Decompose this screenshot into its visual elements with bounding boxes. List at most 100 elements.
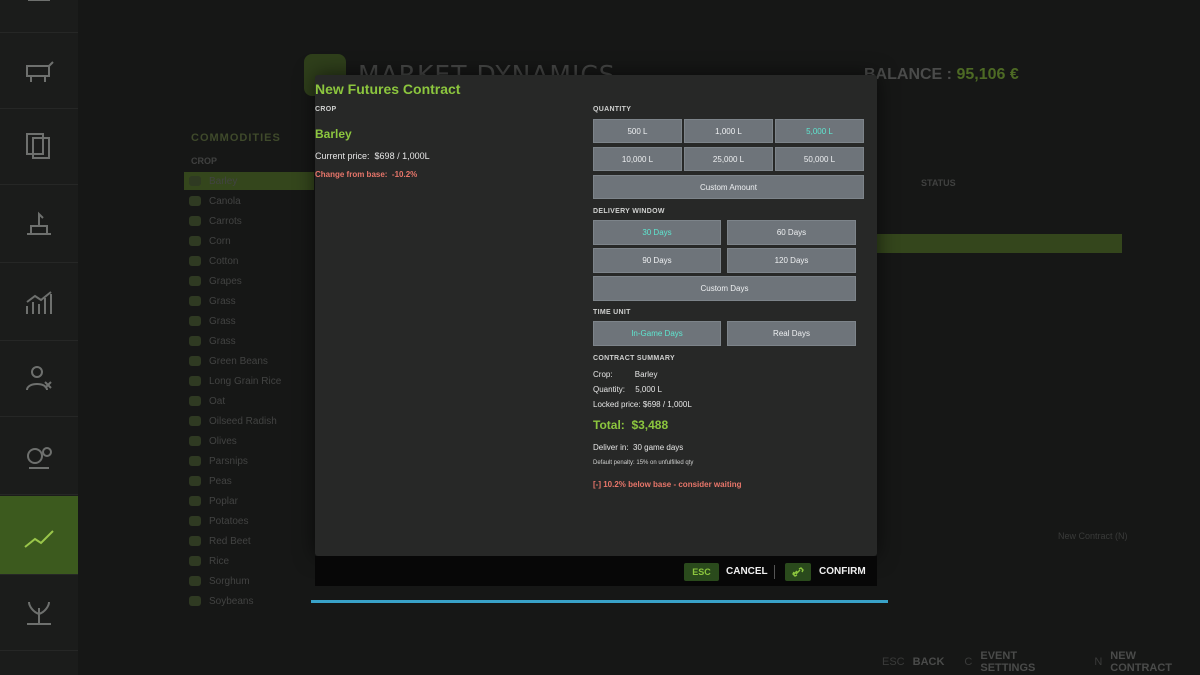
- sidebar: [0, 0, 78, 675]
- crop-list-item[interactable]: Red Beet: [189, 532, 319, 550]
- crop-section-label: CROP: [315, 106, 337, 113]
- delivery-option-60[interactable]: 60 Days: [727, 220, 856, 245]
- confirm-button[interactable]: CONFIRM: [819, 566, 866, 577]
- crop-icon: [189, 336, 201, 346]
- crop-icon: [189, 576, 201, 586]
- new-contract-button[interactable]: NEW CONTRACT: [1110, 650, 1200, 674]
- crop-list-label: Parsnips: [209, 455, 248, 467]
- quantity-option-1000[interactable]: 1,000 L: [684, 119, 773, 143]
- crop-icon: [189, 256, 201, 266]
- link-icon: [785, 563, 811, 581]
- summary-crop-row: Crop: Barley: [593, 370, 657, 379]
- crop-list-item[interactable]: Potatoes: [189, 512, 319, 530]
- cow-icon[interactable]: [0, 32, 78, 109]
- crop-list-item[interactable]: Grass: [189, 332, 319, 350]
- crop-icon: [189, 316, 201, 326]
- crop-list-item[interactable]: Sorghum: [189, 572, 319, 590]
- crop-list-item[interactable]: Grass: [189, 312, 319, 330]
- summary-locked-row: Locked price: $698 / 1,000L: [593, 400, 692, 409]
- summary-crop-label: Crop:: [593, 370, 613, 379]
- deliver-value: 30 game days: [633, 443, 684, 452]
- crop-list-item[interactable]: Parsnips: [189, 452, 319, 470]
- crop-icon: [189, 476, 201, 486]
- crop-icon: [189, 516, 201, 526]
- crop-list-item[interactable]: Olives: [189, 432, 319, 450]
- crop-list-item[interactable]: Rice: [189, 552, 319, 570]
- back-button[interactable]: BACK: [913, 656, 945, 668]
- contract-summary-label: CONTRACT SUMMARY: [593, 355, 675, 362]
- time-unit-label: TIME UNIT: [593, 309, 631, 316]
- stats-chart-icon[interactable]: [0, 264, 78, 341]
- crop-name: Barley: [315, 127, 352, 141]
- quantity-option-500[interactable]: 500 L: [593, 119, 682, 143]
- delivery-option-90[interactable]: 90 Days: [593, 248, 721, 273]
- progress-line: [311, 600, 888, 603]
- cancel-key-badge: ESC: [684, 563, 719, 581]
- event-settings-button[interactable]: EVENT SETTINGS: [980, 650, 1074, 674]
- new-contract-key: N: [1094, 656, 1103, 668]
- gears-icon[interactable]: [0, 418, 78, 495]
- event-settings-key: C: [964, 656, 973, 668]
- crop-list-item[interactable]: Long Grain Rice: [189, 372, 319, 390]
- crop-list-item[interactable]: Green Beans: [189, 352, 319, 370]
- crop-list-item[interactable]: Grass: [189, 292, 319, 310]
- tractor-icon[interactable]: [0, 0, 78, 33]
- crop-list-label: Olives: [209, 435, 237, 447]
- total-label: Total:: [593, 418, 625, 432]
- current-price-value: $698 / 1,000L: [374, 151, 430, 161]
- crop-icon: [189, 456, 201, 466]
- crop-list-label: Barley: [209, 175, 238, 187]
- crop-list-item[interactable]: Barley: [189, 172, 319, 190]
- crop-list-item[interactable]: Soybeans: [189, 592, 319, 610]
- deliver-label: Deliver in:: [593, 443, 629, 452]
- summary-locked-label: Locked price:: [593, 400, 641, 409]
- crop-icon: [189, 296, 201, 306]
- crop-column-header: CROP: [191, 156, 218, 166]
- crop-list-label: Green Beans: [209, 355, 268, 367]
- crop-list-item[interactable]: Carrots: [189, 212, 319, 230]
- balance-label: BALANCE :: [864, 66, 952, 83]
- below-base-warning: [-] 10.2% below base - consider waiting: [593, 480, 742, 489]
- summary-quantity-label: Quantity:: [593, 385, 626, 394]
- crop-list-item[interactable]: Canola: [189, 192, 319, 210]
- crop-icon: [189, 176, 201, 186]
- crop-list-item[interactable]: Grapes: [189, 272, 319, 290]
- worker-icon[interactable]: [0, 340, 78, 417]
- bottom-bar: ESC BACK C EVENT SETTINGS N NEW CONTRACT: [870, 650, 1200, 674]
- crop-list-item[interactable]: Corn: [189, 232, 319, 250]
- crop-list-item[interactable]: Oat: [189, 392, 319, 410]
- crop-list-label: Grass: [209, 315, 236, 327]
- total-value: $3,488: [631, 418, 669, 432]
- time-unit-ingame[interactable]: In-Game Days: [593, 321, 721, 346]
- market-trend-icon[interactable]: [0, 496, 78, 575]
- cancel-button[interactable]: CANCEL: [726, 566, 768, 577]
- quantity-option-10000[interactable]: 10,000 L: [593, 147, 682, 171]
- delivery-option-30[interactable]: 30 Days: [593, 220, 721, 245]
- documents-icon[interactable]: [0, 108, 78, 185]
- crop-icon: [189, 436, 201, 446]
- balance-value: 95,106 €: [956, 66, 1019, 83]
- change-value: -10.2%: [391, 170, 418, 179]
- crop-list-item[interactable]: Cotton: [189, 252, 319, 270]
- crop-list-item[interactable]: Peas: [189, 472, 319, 490]
- change-label: Change from base:: [315, 170, 388, 179]
- crop-list-item[interactable]: Poplar: [189, 492, 319, 510]
- quantity-option-5000[interactable]: 5,000 L: [775, 119, 864, 143]
- time-unit-real[interactable]: Real Days: [727, 321, 856, 346]
- summary-quantity-row: Quantity: 5,000 L: [593, 385, 662, 394]
- crop-list-item[interactable]: Oilseed Radish: [189, 412, 319, 430]
- quantity-option-25000[interactable]: 25,000 L: [684, 147, 773, 171]
- delivery-option-120[interactable]: 120 Days: [727, 248, 856, 273]
- status-column-header: STATUS: [921, 178, 956, 188]
- custom-days-button[interactable]: Custom Days: [593, 276, 856, 301]
- crop-list-label: Rice: [209, 555, 230, 567]
- crop-icon: [189, 396, 201, 406]
- plant-icon[interactable]: [0, 574, 78, 651]
- crop-icon: [189, 196, 201, 206]
- crop-list-label: Sorghum: [209, 575, 250, 587]
- custom-amount-button[interactable]: Custom Amount: [593, 175, 864, 199]
- selected-row-highlight: [876, 234, 1122, 253]
- crop-list-label: Long Grain Rice: [209, 375, 282, 387]
- quantity-option-50000[interactable]: 50,000 L: [775, 147, 864, 171]
- production-icon[interactable]: [0, 186, 78, 263]
